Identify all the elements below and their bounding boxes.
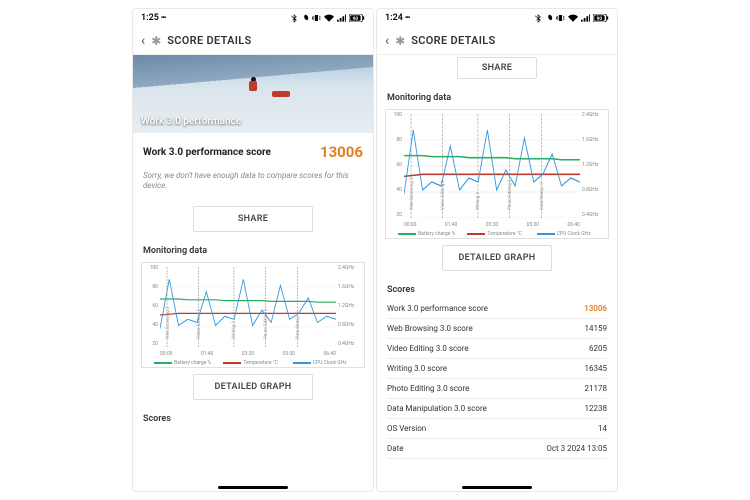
score-val: 16345	[585, 364, 607, 373]
score-label: Work 3.0 performance score	[143, 147, 271, 158]
bluetooth-icon	[535, 14, 542, 23]
page-title: SCORE DETAILS	[167, 34, 251, 47]
status-bar: 1:24 ••• 90	[377, 9, 617, 27]
monitoring-title: Monitoring data	[377, 85, 617, 107]
score-value: 13006	[320, 143, 363, 161]
battery-icon: 90	[593, 14, 609, 22]
score-val: 14	[598, 424, 607, 433]
score-key: Work 3.0 performance score	[387, 304, 488, 313]
vibrate-icon	[312, 14, 321, 22]
score-key: OS Version	[387, 424, 426, 433]
score-key: Data Manipulation 3.0 score	[387, 404, 487, 413]
back-icon[interactable]: ‹	[385, 33, 389, 49]
score-val: 6205	[589, 344, 607, 353]
score-key: Writing 3.0 score	[387, 364, 447, 373]
score-val: 21178	[585, 384, 607, 393]
home-indicator[interactable]	[218, 486, 288, 489]
hero-image: Work 3.0 performance	[133, 55, 373, 133]
status-bar: 1:25 ••• 90	[133, 9, 373, 27]
snowflake-icon: ✱	[395, 34, 405, 48]
scores-title: Scores	[133, 406, 373, 428]
title-bar: ‹ ✱ SCORE DETAILS	[377, 27, 617, 55]
vibrate-icon	[556, 14, 565, 22]
score-val: 12238	[585, 404, 607, 413]
monitoring-chart: 100806040202.4GHz1.6GHz1.2GHz0.8GHz0.4GH…	[385, 109, 609, 239]
page-title: SCORE DETAILS	[411, 34, 495, 47]
moon-icon	[545, 14, 553, 22]
signal-icon	[581, 14, 590, 22]
moon-icon	[301, 14, 309, 22]
status-time: 1:24	[385, 13, 403, 23]
detailed-graph-button[interactable]: DETAILED GRAPH	[442, 245, 552, 271]
hero-caption: Work 3.0 performance	[141, 116, 241, 127]
table-row: Video Editing 3.0 score 6205	[387, 339, 607, 359]
score-key: Video Editing 3.0 score	[387, 344, 469, 353]
score-val: 13006	[584, 304, 607, 313]
snowflake-icon: ✱	[151, 34, 161, 48]
title-bar: ‹ ✱ SCORE DETAILS	[133, 27, 373, 55]
status-icons-right: 90	[291, 14, 365, 23]
signal-icon	[337, 14, 346, 22]
wifi-icon	[568, 14, 578, 22]
score-val: 14159	[585, 324, 607, 333]
monitoring-title: Monitoring data	[133, 238, 373, 260]
svg-text:90: 90	[353, 16, 359, 22]
bluetooth-icon	[291, 14, 298, 23]
score-key: Photo Editing 3.0 score	[387, 384, 469, 393]
status-more-icon: •••	[161, 14, 165, 22]
table-row: OS Version 14	[387, 419, 607, 439]
home-indicator[interactable]	[462, 486, 532, 489]
back-icon[interactable]: ‹	[141, 33, 145, 49]
table-row: Date Oct 3 2024 13:05	[387, 439, 607, 459]
status-more-icon: •••	[405, 14, 409, 22]
wifi-icon	[324, 14, 334, 22]
table-row: Writing 3.0 score 16345	[387, 359, 607, 379]
table-row: Web Browsing 3.0 score 14159	[387, 319, 607, 339]
skier-illustration	[248, 77, 258, 95]
score-val: Oct 3 2024 13:05	[546, 444, 607, 453]
status-icons-right: 90	[535, 14, 609, 23]
table-row: Work 3.0 performance score 13006	[387, 299, 607, 319]
detailed-graph-button[interactable]: DETAILED GRAPH	[193, 374, 313, 400]
no-compare-message: Sorry, we don't have enough data to comp…	[133, 167, 373, 200]
share-button[interactable]: SHARE	[457, 57, 537, 79]
status-time: 1:25	[141, 13, 159, 23]
share-button[interactable]: SHARE	[193, 206, 313, 232]
table-row: Data Manipulation 3.0 score 12238	[387, 399, 607, 419]
screenshot-left: 1:25 ••• 90 ‹ ✱ SCORE DETAILS Work 3.0 p…	[132, 8, 374, 492]
table-row: Photo Editing 3.0 score 21178	[387, 379, 607, 399]
score-row: Work 3.0 performance score 13006	[133, 133, 373, 167]
score-key: Web Browsing 3.0 score	[387, 324, 473, 333]
monitoring-chart: 100806040202.4GHz1.6GHz1.2GHz0.8GHz0.4GH…	[141, 262, 365, 368]
score-key: Date	[387, 444, 403, 453]
battery-icon: 90	[349, 14, 365, 22]
svg-text:90: 90	[597, 16, 603, 22]
screenshot-right: 1:24 ••• 90 ‹ ✱ SCORE DETAILS SHARE Moni…	[376, 8, 618, 492]
scores-title: Scores	[377, 277, 617, 299]
scores-table: Work 3.0 performance score 13006 Web Brows…	[377, 299, 617, 459]
